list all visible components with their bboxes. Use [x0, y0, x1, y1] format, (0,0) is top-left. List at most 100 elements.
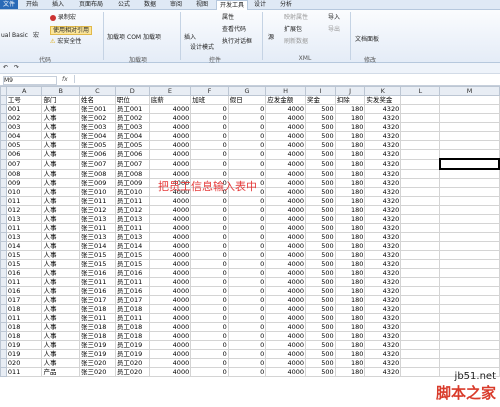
cell[interactable]: 4320	[364, 250, 402, 260]
header-cell[interactable]: 部门	[41, 95, 80, 105]
cell[interactable]	[400, 358, 441, 368]
cell[interactable]: 员工019	[114, 349, 150, 359]
cell[interactable]	[439, 250, 500, 260]
cell[interactable]: 4320	[364, 149, 402, 160]
cell[interactable]: 员工013	[114, 232, 150, 242]
cell[interactable]: 4000	[148, 259, 192, 269]
cell[interactable]: 4000	[265, 250, 306, 260]
cell[interactable]: 员工002	[114, 113, 150, 123]
cell[interactable]	[439, 277, 500, 287]
cell[interactable]: 4000	[148, 241, 192, 251]
cell[interactable]: 4320	[364, 358, 402, 368]
cell[interactable]: 4000	[265, 196, 306, 206]
cell[interactable]: 007	[5, 158, 43, 170]
cell[interactable]	[400, 178, 441, 188]
cell[interactable]: 4320	[364, 205, 402, 215]
cell[interactable]	[439, 113, 500, 123]
cell[interactable]: 0	[227, 313, 267, 323]
cell[interactable]: 180	[334, 223, 366, 233]
cell[interactable]: 018	[5, 322, 43, 332]
cell[interactable]: 500	[305, 322, 336, 332]
cell[interactable]: 500	[305, 232, 336, 242]
cell[interactable]: 人事	[41, 149, 80, 160]
tab-7[interactable]: 视图	[190, 0, 214, 9]
cell[interactable]: 4000	[265, 223, 306, 233]
cell[interactable]	[439, 223, 500, 233]
cell[interactable]: 180	[334, 158, 366, 170]
cell[interactable]: 0	[227, 349, 267, 359]
cell[interactable]	[400, 331, 441, 341]
cell[interactable]: 500	[305, 277, 336, 287]
cell[interactable]	[439, 241, 500, 251]
cell[interactable]: 人事	[41, 286, 80, 296]
cell[interactable]: 0	[190, 322, 229, 332]
header-cell[interactable]: 奖金	[305, 95, 336, 105]
cell[interactable]: 4000	[148, 131, 192, 141]
com-addins-button[interactable]: COM 加载项	[127, 34, 161, 41]
header-cell[interactable]: 姓名	[79, 95, 116, 105]
cell[interactable]: 002	[5, 113, 43, 123]
cell[interactable]: 4000	[148, 196, 192, 206]
refresh-data-button[interactable]: 刷新数据	[284, 38, 308, 45]
macro-security-button[interactable]: ⚠ 宏安全性	[50, 38, 81, 45]
view-code-button[interactable]: 查看代码	[222, 26, 246, 33]
cell[interactable]: 张三013	[79, 232, 116, 242]
cell[interactable]: 0	[190, 286, 229, 296]
cell[interactable]: 0	[227, 196, 267, 206]
cell[interactable]: 张三003	[79, 122, 116, 132]
cell[interactable]: 4320	[364, 295, 402, 305]
cell[interactable]: 4000	[148, 331, 192, 341]
cell[interactable]	[439, 259, 500, 269]
cell[interactable]: 180	[334, 259, 366, 269]
cell[interactable]: 人事	[41, 304, 80, 314]
cell[interactable]	[439, 304, 500, 314]
cell[interactable]: 张三015	[79, 250, 116, 260]
document-panel-button[interactable]: 文档面板	[355, 36, 379, 43]
cell[interactable]: 019	[5, 340, 43, 350]
cell[interactable]: 4320	[364, 131, 402, 141]
cell[interactable]	[439, 149, 500, 160]
cell[interactable]: 4320	[364, 340, 402, 350]
cell[interactable]: 4000	[265, 340, 306, 350]
cell[interactable]: 员工011	[114, 313, 150, 323]
cell[interactable]: 4320	[364, 178, 402, 188]
cell[interactable]: 4320	[364, 322, 402, 332]
cell[interactable]: 员工008	[114, 168, 150, 179]
cell[interactable]	[439, 168, 500, 179]
cell[interactable]: 180	[334, 205, 366, 215]
cell[interactable]: 011	[5, 196, 43, 206]
cell[interactable]	[400, 286, 441, 296]
cell[interactable]: 011	[5, 313, 43, 323]
cell[interactable]: 4000	[265, 131, 306, 141]
cell[interactable]: 0	[227, 358, 267, 368]
tab-2[interactable]: 插入	[46, 0, 70, 9]
cell[interactable]: 180	[334, 131, 366, 141]
cell[interactable]: 0	[227, 205, 267, 215]
cell[interactable]: 0	[227, 241, 267, 251]
cell[interactable]: 500	[305, 223, 336, 233]
cell[interactable]: 员工001	[114, 104, 150, 114]
cell[interactable]: 0	[190, 304, 229, 314]
column-letter[interactable]: J	[334, 86, 366, 96]
tab-9[interactable]: 设计	[248, 0, 272, 9]
cell[interactable]: 4000	[148, 286, 192, 296]
cell[interactable]: 人事	[41, 178, 80, 188]
cell[interactable]: 016	[5, 268, 43, 278]
cell[interactable]: 4320	[364, 259, 402, 269]
cell[interactable]: 4320	[364, 223, 402, 233]
cell[interactable]: 员工016	[114, 286, 150, 296]
header-cell[interactable]: 实发奖金	[364, 95, 402, 105]
header-cell[interactable]: 假日	[227, 95, 267, 105]
cell[interactable]: 4000	[148, 250, 192, 260]
cell[interactable]: 张三018	[79, 331, 116, 341]
cell[interactable]: 张三007	[79, 158, 116, 170]
cell[interactable]: 500	[305, 340, 336, 350]
cell[interactable]: 0	[190, 214, 229, 224]
cell[interactable]: 0	[190, 268, 229, 278]
cell[interactable]: 张三011	[79, 196, 116, 206]
cell[interactable]: 张三020	[79, 358, 116, 368]
cell[interactable]: 180	[334, 232, 366, 242]
cell[interactable]	[400, 349, 441, 359]
fx-icon[interactable]: fx	[62, 76, 68, 83]
cell[interactable]: 0	[190, 241, 229, 251]
